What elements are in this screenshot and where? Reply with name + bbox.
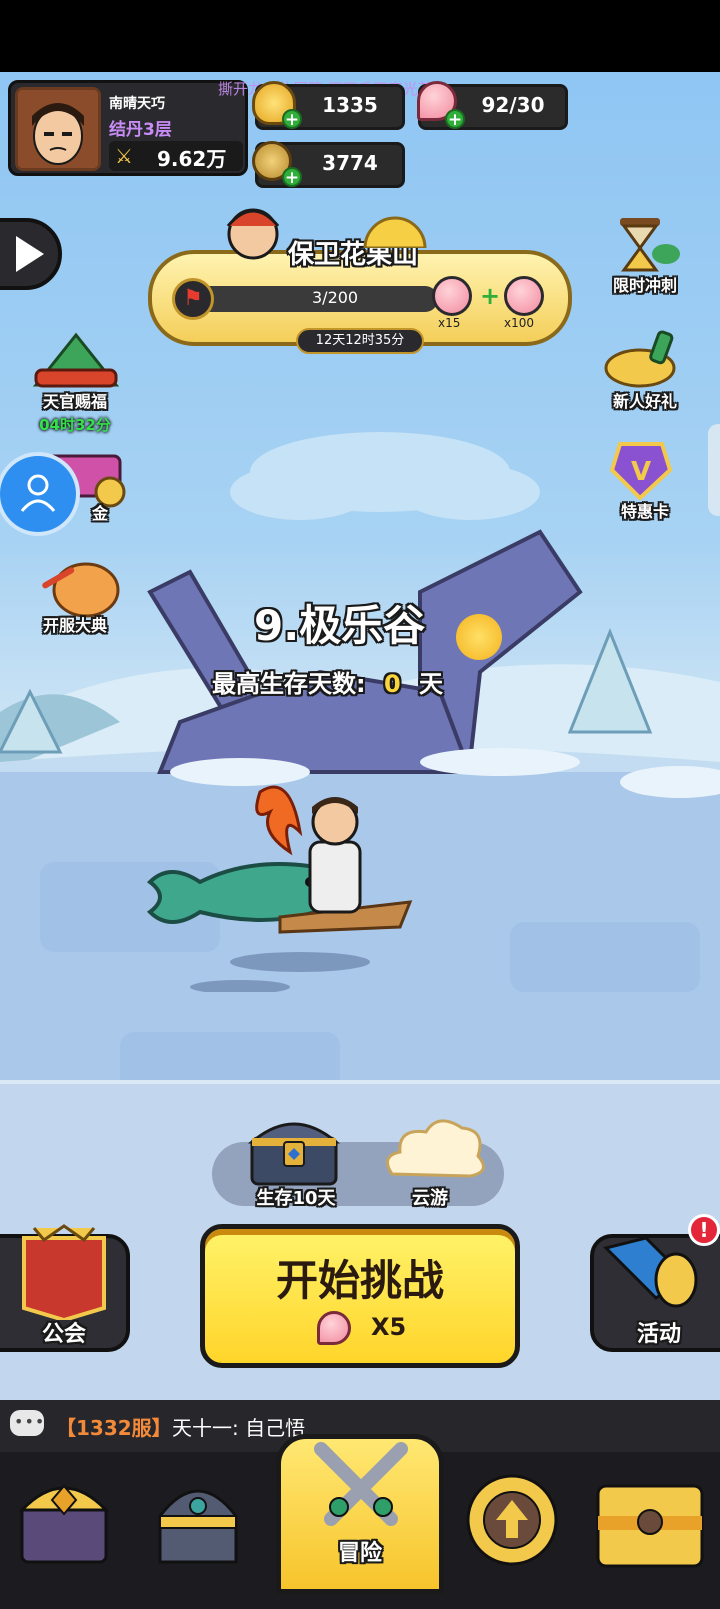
- status-bar: [0, 0, 720, 72]
- stage-survival: 最高生存天数: 0 天: [212, 664, 443, 699]
- event-sun-icon: [363, 216, 427, 248]
- tianguan-button[interactable]: 天官赐福 04时32分: [20, 330, 130, 440]
- player-avatar[interactable]: [15, 87, 101, 171]
- kaifu-button[interactable]: 开服大典: [20, 558, 130, 638]
- xinren-label: 新人好礼: [612, 392, 677, 411]
- fan-icon: [32, 332, 120, 388]
- tehui-button[interactable]: V 特惠卡: [590, 440, 700, 521]
- power-value: 9.62万: [157, 147, 227, 171]
- start-peach-icon: [317, 1311, 351, 1345]
- event-plus-icon: +: [480, 282, 501, 310]
- helmet-icon: [158, 1489, 238, 1564]
- tianguan-label: 天官赐福: [42, 392, 107, 411]
- xinren-button[interactable]: 新人好礼: [590, 330, 700, 411]
- chest-icon: [247, 1122, 341, 1186]
- coin-value: 3774: [322, 151, 378, 175]
- event-timer: 12天12时35分: [296, 328, 424, 354]
- stage-name: 9.极乐谷: [254, 601, 426, 650]
- hero-character[interactable]: [140, 772, 440, 992]
- activity-badge: !: [688, 1214, 720, 1246]
- gold-ingot-value: 1335: [322, 93, 378, 117]
- chat-server: 【1332服】: [56, 1416, 172, 1440]
- upgrade-arrow-icon: [466, 1474, 558, 1566]
- chest-label: 生存10天: [256, 1188, 336, 1209]
- peach-counter[interactable]: + 92/30: [417, 81, 568, 130]
- event-mascot-icon: [226, 208, 280, 260]
- peach-value: 92/30: [481, 93, 545, 117]
- event-progress-text: 3/200: [312, 288, 359, 307]
- shop-chest-icon: [18, 1484, 110, 1564]
- jijin-label: 金: [91, 504, 108, 523]
- start-challenge-label: 开始挑战: [275, 1256, 444, 1305]
- survival-label: 最高生存天数:: [212, 670, 366, 698]
- activity-button[interactable]: 活动: [590, 1234, 720, 1352]
- player-name: 南晴天巧: [109, 96, 165, 112]
- start-challenge-button[interactable]: 开始挑战 X5: [200, 1224, 520, 1368]
- right-edge-tab[interactable]: [708, 424, 720, 516]
- coin-counter[interactable]: + 3774: [252, 141, 405, 188]
- guild-banner-icon: [22, 1224, 106, 1320]
- event-progress-track: [178, 286, 438, 312]
- start-cost: X5: [371, 1313, 407, 1341]
- crossed-swords-icon: [314, 1442, 408, 1526]
- xianshi-button[interactable]: 限时冲刺: [590, 214, 700, 295]
- vault-icon: [596, 1484, 704, 1568]
- tab-equipment[interactable]: [138, 1466, 266, 1586]
- player-panel[interactable]: 南晴天巧 结丹3层 ⚔ 9.62万: [8, 80, 248, 176]
- event-reward-peach-icon: [432, 276, 472, 316]
- cloud-travel-button[interactable]: 云游: [380, 1112, 490, 1212]
- survival-chest-button[interactable]: 生存10天: [244, 1112, 348, 1212]
- event-reward-peach2-icon: [504, 276, 544, 316]
- power-icon: ⚔: [115, 144, 133, 168]
- drum-icon: [42, 562, 120, 618]
- vip-card-icon: V: [609, 442, 673, 500]
- gift-icon: [604, 330, 676, 388]
- user-icon: [20, 474, 56, 512]
- chat-dots-icon: •••: [14, 1412, 46, 1431]
- stage-sun-icon: [456, 614, 502, 660]
- tehui-label: 特惠卡: [620, 502, 669, 521]
- user-float-button[interactable]: [0, 456, 76, 532]
- event-flag-icon: ⚑: [172, 278, 214, 320]
- player-realm: 结丹3层: [109, 120, 172, 140]
- kaifu-label: 开服大典: [42, 616, 107, 635]
- tianguan-timer: 04时32分: [39, 416, 111, 434]
- hourglass-icon: [620, 218, 680, 272]
- tab-upgrade[interactable]: [452, 1466, 580, 1586]
- cloud-icon: [386, 1119, 485, 1178]
- survival-days: 0: [383, 670, 401, 698]
- play-icon: [16, 236, 44, 272]
- gold-ingot-counter[interactable]: + 1335: [252, 81, 405, 130]
- guild-button[interactable]: 公会: [0, 1224, 130, 1352]
- svg-text:V: V: [631, 457, 651, 487]
- cloud-label: 云游: [412, 1188, 448, 1209]
- tab-adventure[interactable]: 冒险: [276, 1434, 444, 1594]
- activity-label: 活动: [636, 1322, 681, 1347]
- xianshi-label: 限时冲刺: [612, 276, 677, 295]
- event-reward-1: x15: [438, 316, 461, 330]
- guild-label: 公会: [41, 1322, 86, 1347]
- survival-unit: 天: [419, 670, 444, 698]
- tab-adventure-label: 冒险: [337, 1541, 382, 1566]
- tab-shop[interactable]: [4, 1466, 132, 1586]
- event-reward-2: x100: [504, 316, 535, 330]
- power-badge: ⚔ 9.62万: [109, 141, 243, 171]
- tab-treasury[interactable]: [588, 1466, 716, 1586]
